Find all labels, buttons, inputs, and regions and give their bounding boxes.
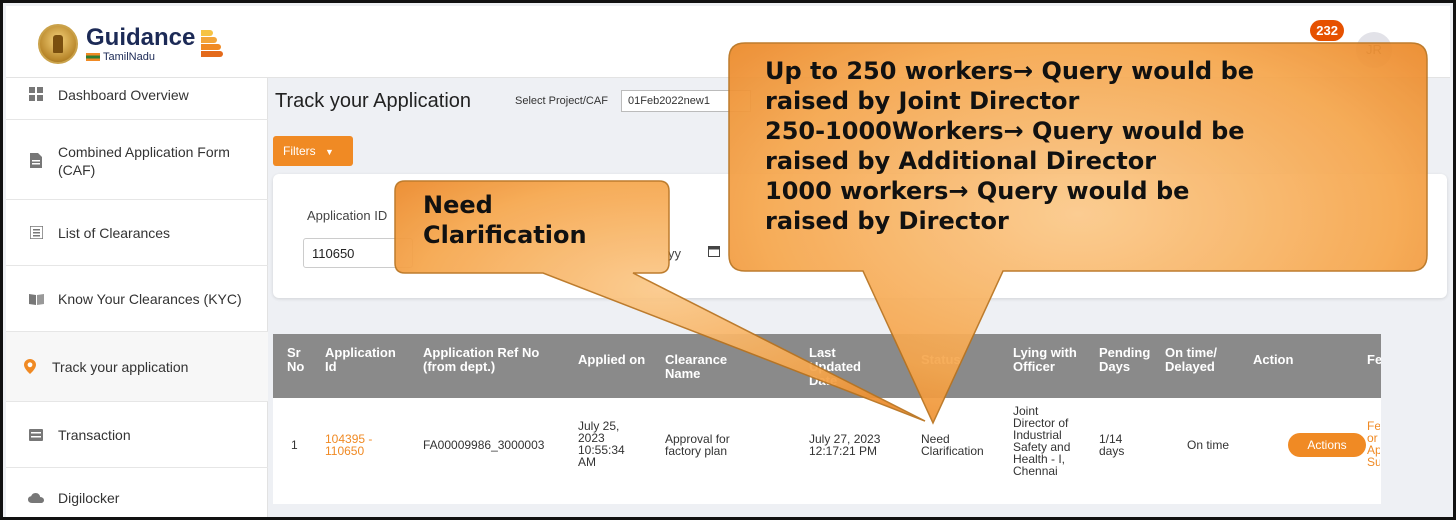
cell-on-time: On time (1187, 438, 1230, 452)
application-id-label: Application ID (307, 208, 388, 223)
project-select[interactable]: 01Feb2022new1 (621, 90, 751, 112)
col-sr-no: Sr No (287, 345, 305, 374)
col-ref-no: Application Ref No (from dept.) (423, 345, 540, 374)
cell-sr-no: 1 (291, 438, 298, 452)
date-input[interactable]: yy (668, 246, 681, 261)
cell-status: Need Clarification (921, 432, 984, 458)
logo-title: Guidance (86, 23, 196, 51)
flag-stripes-icon (86, 53, 100, 61)
app-window: Guidance TamilNadu 232 JR Dashboard Over… (0, 0, 1456, 520)
sidebar-item-transaction[interactable]: Transaction (6, 402, 268, 468)
query-rule-line: raised by Director (765, 207, 1009, 235)
query-rules-callout: Up to 250 workers→ Query would be raised… (765, 56, 1395, 236)
sidebar-item-dashboard[interactable]: Dashboard Overview (6, 78, 268, 120)
table-header: Sr No Application Id Application Ref No … (273, 334, 1381, 398)
cloud-icon (28, 490, 44, 506)
tn-emblem-icon (38, 24, 78, 64)
guidance-logo[interactable]: Guidance TamilNadu (38, 23, 224, 64)
cell-last-updated: July 27, 2023 12:17:21 PM (809, 432, 881, 458)
location-pin-icon (22, 359, 38, 375)
col-on-time-delayed: On time/ Delayed (1165, 345, 1218, 374)
cell-ref-no: FA00009986_3000003 (423, 438, 545, 452)
application-id-input[interactable]: 110650 (303, 238, 413, 268)
logo-fan-icon (199, 30, 224, 58)
sidebar-item-label: Dashboard Overview (58, 87, 189, 103)
select-project-label: Select Project/CAF (515, 95, 608, 107)
query-rule-line: 250-1000Workers→ Query would be (765, 117, 1245, 145)
col-applied-on: Applied on (578, 352, 646, 367)
cell-fee[interactable]: Fe or Ap Su (1367, 420, 1380, 468)
query-rule-line: 1000 workers→ Query would be (765, 177, 1190, 205)
query-rule-line: raised by Additional Director (765, 147, 1157, 175)
col-application-id: Application Id (325, 345, 396, 374)
cell-pending-days: 1/14 days (1099, 432, 1125, 458)
list-icon (28, 225, 44, 241)
sidebar-item-label: Digilocker (58, 490, 120, 506)
col-pending-days: Pending Days (1099, 345, 1151, 374)
sidebar: Dashboard Overview Combined Application … (6, 78, 268, 517)
sidebar-item-label: Transaction (58, 426, 131, 443)
col-clearance-name: Clearance Name (665, 352, 728, 381)
need-clarification-callout: Need Clarification (423, 191, 587, 249)
application-id-link[interactable]: 104395 - 110650 (325, 433, 387, 457)
calendar-icon[interactable] (708, 245, 720, 257)
query-rule-line: raised by Joint Director (765, 87, 1080, 115)
card-icon (28, 427, 44, 443)
page-title: Track your Application (275, 90, 472, 112)
cell-officer: Joint Director of Industrial Safety and … (1013, 404, 1071, 478)
col-status: Status (921, 352, 961, 367)
sidebar-item-label: List of Clearances (58, 224, 171, 241)
sidebar-item-clearances[interactable]: List of Clearances (6, 200, 268, 266)
sidebar-item-caf[interactable]: Combined Application Form (CAF) (6, 122, 268, 200)
document-icon (28, 153, 44, 169)
dashboard-icon (28, 86, 44, 102)
sidebar-item-label: Track your application (52, 358, 189, 375)
cell-applied-on: July 25, 2023 10:55:34 AM (578, 419, 625, 469)
filters-label: Filters (283, 144, 316, 158)
col-action: Action (1253, 352, 1294, 367)
sidebar-item-label: Know Your Clearances (KYC) (58, 290, 242, 307)
filters-button[interactable]: Filters ▼ (273, 136, 353, 166)
sidebar-item-track[interactable]: Track your application (6, 332, 268, 402)
sidebar-item-digilocker[interactable]: Digilocker (6, 468, 268, 517)
book-icon (28, 291, 44, 307)
table-row: 1 104395 - 110650 FA00009986_3000003 Jul… (273, 398, 1381, 504)
cell-clearance-name: Approval for factory plan (665, 432, 730, 458)
query-rule-line: Up to 250 workers→ Query would be (765, 57, 1255, 85)
notification-badge[interactable]: 232 (1310, 20, 1344, 41)
col-lying-with-officer: Lying with Officer (1013, 345, 1077, 374)
actions-button[interactable]: Actions (1288, 433, 1366, 457)
sidebar-item-label: Combined Application Form (CAF) (58, 143, 230, 178)
logo-subtitle: TamilNadu (103, 50, 155, 63)
col-last-updated: Last Updated Date (809, 345, 861, 388)
col-fee: Fe (1367, 353, 1381, 367)
sidebar-item-kyc[interactable]: Know Your Clearances (KYC) (6, 266, 268, 332)
caret-down-icon: ▼ (325, 147, 334, 157)
